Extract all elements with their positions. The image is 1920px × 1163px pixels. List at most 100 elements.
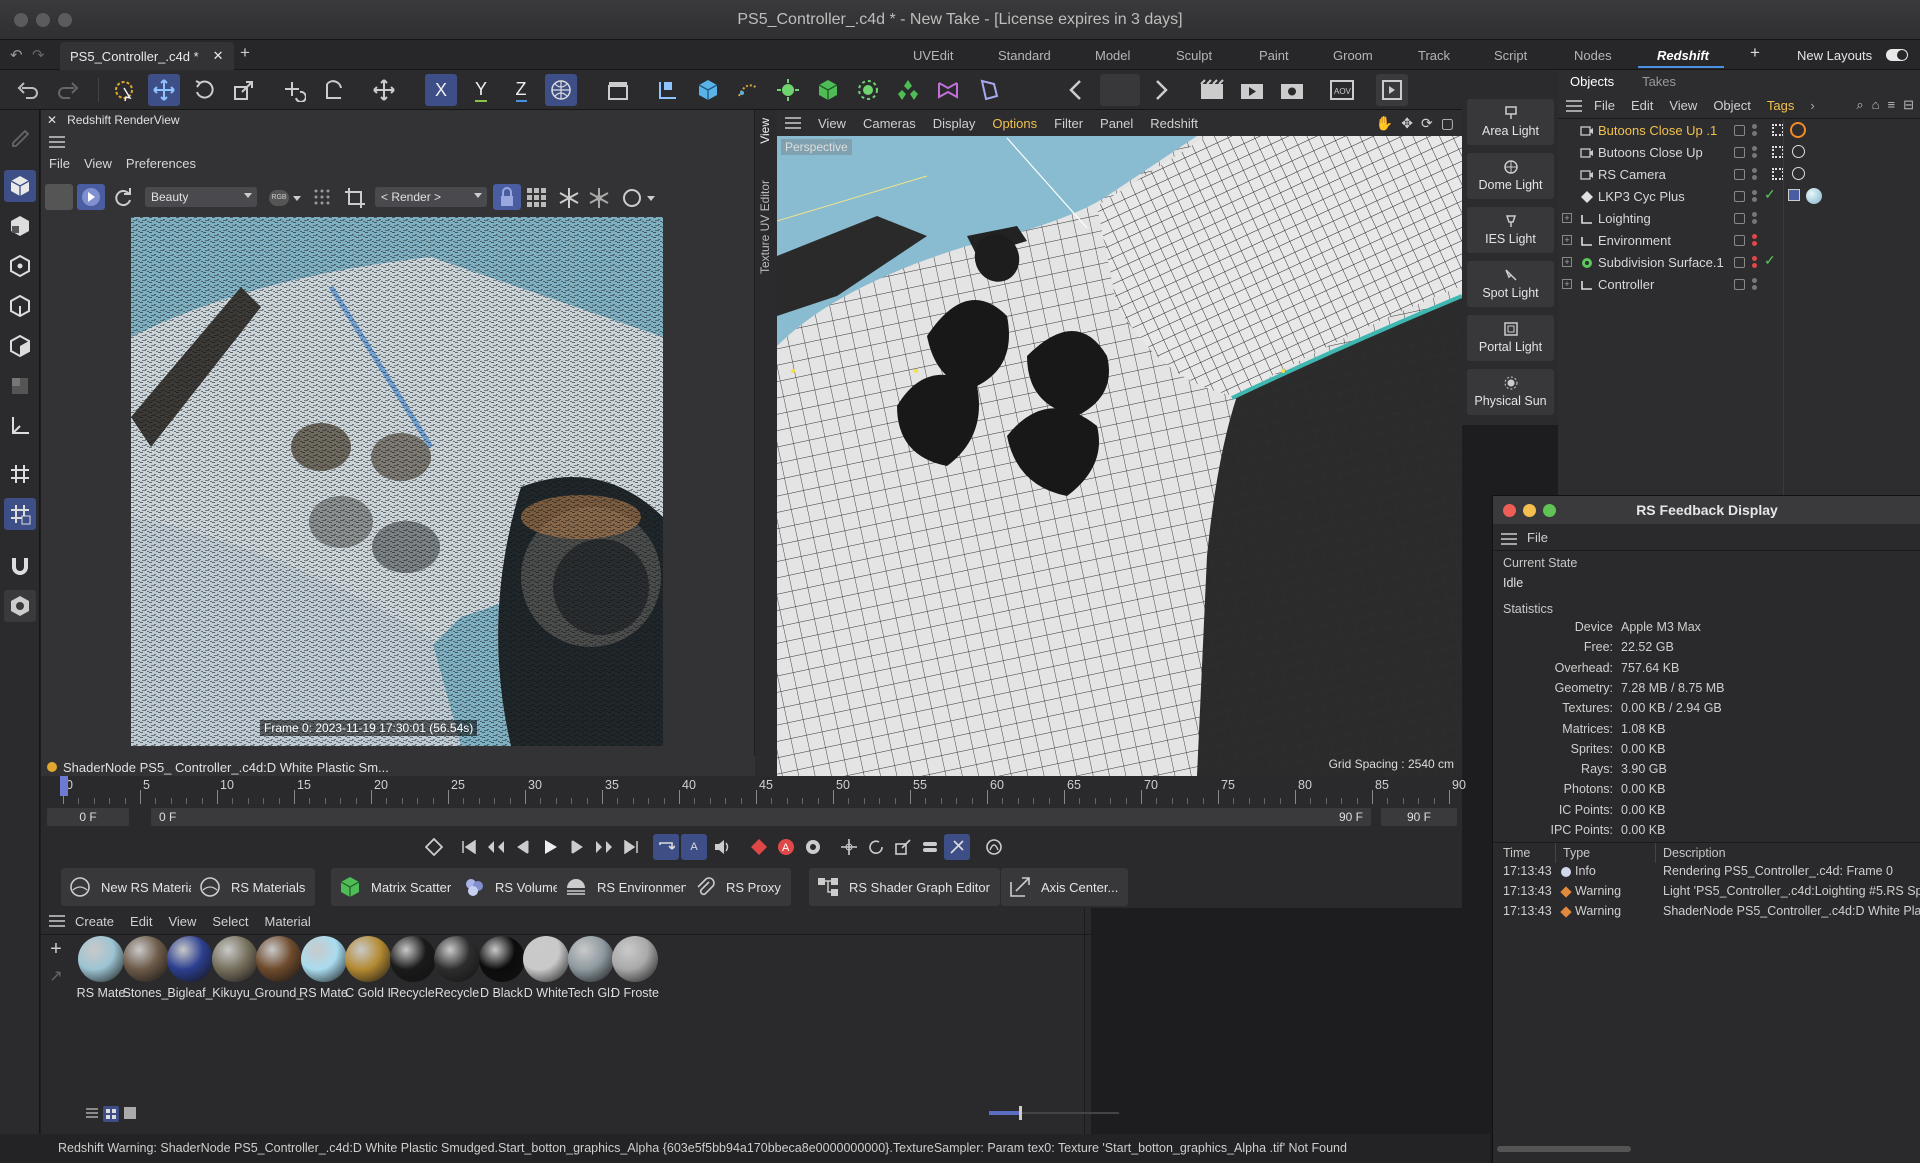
- object-row-butoons-close-up[interactable]: Butoons Close Up: [1558, 141, 1920, 163]
- layer-icon[interactable]: [1734, 147, 1745, 158]
- expand-icon[interactable]: +: [1562, 213, 1572, 223]
- object-row-butoons-close-up-1[interactable]: Butoons Close Up .1: [1558, 119, 1920, 141]
- material-swatch[interactable]: D Froste: [609, 932, 661, 1002]
- move-view-icon[interactable]: ✥: [1401, 115, 1413, 132]
- cloner-icon[interactable]: [852, 74, 884, 106]
- bend-deformer-icon[interactable]: [732, 74, 764, 106]
- close-panel-icon[interactable]: ✕: [47, 113, 57, 127]
- obj-menu-tags[interactable]: Tags: [1767, 98, 1794, 113]
- vp-menu-filter[interactable]: Filter: [1054, 116, 1083, 131]
- add-tab-icon[interactable]: +: [240, 43, 250, 63]
- object-mode-icon[interactable]: [602, 74, 634, 106]
- rs-volume-button[interactable]: RS Volume: [455, 868, 571, 906]
- transform-tool-icon[interactable]: [278, 74, 310, 106]
- rs-camera-tag-icon[interactable]: [1792, 145, 1805, 158]
- step-forward-icon[interactable]: [564, 834, 590, 860]
- object-row-lkp3-cyc-plus[interactable]: LKP3 Cyc Plus ✓: [1558, 185, 1920, 207]
- enabled-check-icon[interactable]: ✓: [1764, 186, 1776, 203]
- go-to-end-icon[interactable]: [618, 834, 644, 860]
- loop-icon[interactable]: [653, 834, 679, 860]
- feedback-close-button[interactable]: [1503, 504, 1516, 517]
- snap-icon[interactable]: [4, 458, 36, 490]
- mat-menu-view[interactable]: View: [168, 914, 196, 929]
- sound-icon[interactable]: [709, 834, 735, 860]
- vp-menu-display[interactable]: Display: [933, 116, 976, 131]
- mograph-icon[interactable]: [892, 74, 924, 106]
- obj-menu-view[interactable]: View: [1669, 98, 1697, 113]
- add-layout-icon[interactable]: +: [1750, 43, 1760, 63]
- go-to-start-icon[interactable]: [456, 834, 482, 860]
- panel-options-icon[interactable]: ⊟: [1903, 97, 1914, 113]
- vp-menu-options[interactable]: Options: [992, 116, 1037, 131]
- view-side-tab[interactable]: View: [758, 118, 772, 144]
- play-icon[interactable]: [537, 834, 563, 860]
- rs-camera-tag-icon[interactable]: [1790, 122, 1806, 138]
- dome-light-button[interactable]: Dome Light: [1467, 153, 1554, 199]
- expand-icon[interactable]: +: [1562, 235, 1572, 245]
- start-frame-field[interactable]: 0 F: [47, 808, 129, 826]
- viewport-menu-icon[interactable]: [785, 117, 801, 129]
- layer-icon[interactable]: [1734, 257, 1745, 268]
- texture-mode-icon[interactable]: [4, 210, 36, 242]
- step-back-icon[interactable]: [510, 834, 536, 860]
- layout-tab-uvedit[interactable]: UVEdit: [913, 48, 953, 63]
- rv-menu-file[interactable]: File: [49, 156, 70, 178]
- material-tag-icon[interactable]: [1806, 188, 1822, 204]
- redo-history-icon[interactable]: ↷: [32, 46, 45, 64]
- uvw-tag-icon[interactable]: [1788, 189, 1800, 201]
- grid-view-icon[interactable]: [103, 1106, 119, 1122]
- live-selection-icon[interactable]: [108, 74, 140, 106]
- key-param-icon[interactable]: [917, 834, 943, 860]
- redo-icon[interactable]: [52, 74, 84, 106]
- refresh-render-icon[interactable]: [109, 184, 137, 210]
- crop-icon[interactable]: [343, 186, 367, 210]
- maximize-view-icon[interactable]: ▢: [1441, 115, 1454, 132]
- y-axis-lock-icon[interactable]: Y: [465, 74, 497, 106]
- object-row-loighting[interactable]: + Loighting: [1558, 207, 1920, 229]
- aov-manager-icon[interactable]: AOV: [1326, 74, 1358, 106]
- start-render-icon[interactable]: [77, 184, 105, 210]
- layer-icon[interactable]: [1734, 235, 1745, 246]
- generator-icon[interactable]: [772, 74, 804, 106]
- new-rs-material-button[interactable]: New RS Material: [61, 868, 209, 906]
- portal-light-button[interactable]: Portal Light: [1467, 315, 1554, 361]
- layer-icon[interactable]: [1734, 213, 1745, 224]
- circle-overlay-icon[interactable]: [621, 188, 643, 208]
- log-header-time[interactable]: Time: [1503, 846, 1530, 860]
- cube-object-icon[interactable]: [692, 74, 724, 106]
- tab-takes[interactable]: Takes: [1642, 74, 1676, 89]
- spline-pen-icon[interactable]: [652, 74, 684, 106]
- texture-uv-editor-side-tab[interactable]: Texture UV Editor: [758, 180, 772, 274]
- filter-icon[interactable]: ≡: [1888, 97, 1896, 113]
- x-axis-lock-icon[interactable]: X: [425, 74, 457, 106]
- layer-icon[interactable]: [1734, 279, 1745, 290]
- undo-history-icon[interactable]: ↶: [10, 46, 23, 64]
- vp-menu-cameras[interactable]: Cameras: [863, 116, 916, 131]
- vp-menu-redshift[interactable]: Redshift: [1150, 116, 1198, 131]
- edges-mode-icon[interactable]: [4, 290, 36, 322]
- key-scale-icon[interactable]: [890, 834, 916, 860]
- pan-view-icon[interactable]: ✋: [1376, 115, 1393, 132]
- dither-icon[interactable]: [313, 188, 333, 208]
- move-tool-icon[interactable]: [148, 74, 180, 106]
- rs-materials-button[interactable]: RS Materials: [191, 868, 316, 906]
- rotate-tool-icon[interactable]: [188, 74, 220, 106]
- obj-menu-edit[interactable]: Edit: [1631, 98, 1653, 113]
- preview-range-slider[interactable]: 0 F 90 F: [151, 808, 1371, 826]
- key-rotation-icon[interactable]: [863, 834, 889, 860]
- vp-menu-panel[interactable]: Panel: [1100, 116, 1133, 131]
- camera-select[interactable]: < Render >: [375, 187, 487, 207]
- document-tab[interactable]: PS5_Controller_.c4d * ✕: [60, 42, 234, 70]
- timeline[interactable]: 0 5 10 15 20 25 30 35 40 45 50 55 60 65 70 75 80 85 90: [41, 776, 1466, 806]
- log-header-type[interactable]: Type: [1563, 846, 1590, 860]
- rs-proxy-button[interactable]: RS Proxy: [686, 868, 791, 906]
- solo-icon[interactable]: [4, 590, 36, 622]
- feedback-menu-file[interactable]: File: [1527, 530, 1548, 545]
- thumbnail-size-slider[interactable]: [989, 1106, 1119, 1120]
- feedback-minimize-button[interactable]: [1523, 504, 1536, 517]
- object-row-subdivision-surface-1[interactable]: + Subdivision Surface.1 ✓: [1558, 251, 1920, 273]
- render-view-icon[interactable]: [1236, 74, 1268, 106]
- rv-menu-view[interactable]: View: [84, 156, 112, 178]
- layout-tab-redshift[interactable]: Redshift: [1657, 48, 1709, 63]
- coordinate-system-icon[interactable]: [368, 74, 400, 106]
